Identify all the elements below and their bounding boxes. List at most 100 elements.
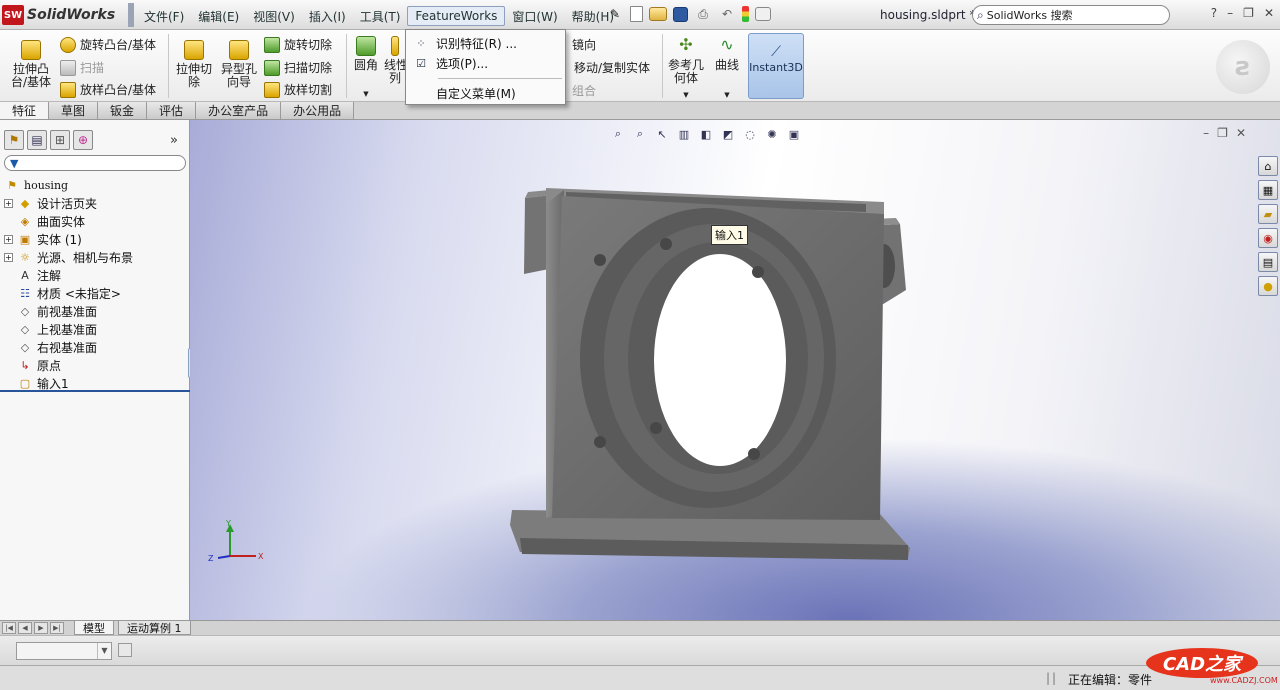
restore-icon[interactable]: ❐ bbox=[1243, 6, 1254, 20]
tree-node[interactable]: ↳ 原点 bbox=[4, 356, 188, 374]
loft-boss-button[interactable]: 放样凸台/基体 bbox=[60, 81, 156, 98]
first-tab-icon[interactable]: |◀ bbox=[2, 622, 16, 634]
tab-model[interactable]: 模型 bbox=[74, 621, 114, 635]
open-folder-icon[interactable] bbox=[649, 7, 667, 21]
combine-button[interactable]: 组合 bbox=[572, 82, 596, 99]
section-view-icon[interactable]: ▥ bbox=[676, 126, 692, 142]
home-icon[interactable]: ⌂ bbox=[1258, 156, 1278, 176]
menu-edit[interactable]: 编辑(E) bbox=[191, 6, 246, 26]
tree-node[interactable]: ◇ 上视基准面 bbox=[4, 320, 188, 338]
tree-node[interactable]: ◈ 曲面实体 bbox=[4, 212, 188, 230]
options-menu-item[interactable]: ☑ 选项(P)... bbox=[406, 53, 565, 73]
fillet-dropdown-icon[interactable]: ▼ bbox=[350, 88, 382, 101]
close-icon[interactable]: ✕ bbox=[1264, 6, 1274, 20]
tab-office-products[interactable]: 办公室产品 bbox=[196, 102, 282, 119]
curves-button[interactable]: ∿ 曲线 ▼ bbox=[710, 36, 744, 102]
last-tab-icon[interactable]: ▶| bbox=[50, 622, 64, 634]
sweep-cut-button[interactable]: 扫描切除 bbox=[264, 59, 332, 76]
tree-root[interactable]: ⚑ housing bbox=[4, 176, 188, 194]
tab-features[interactable]: 特征 bbox=[0, 102, 50, 119]
options-icon[interactable] bbox=[755, 7, 771, 21]
tree-node[interactable]: ☷ 材质 <未指定> bbox=[4, 284, 188, 302]
undo-icon[interactable]: ↶ bbox=[718, 5, 736, 23]
graphics-area[interactable]: ⌕ ⌕ ↖ ▥ ◧ ◩ ◌ ✺ ▣ – ❐ ✕ ⌂ ▦ ▰ ◉ ▤ ● 输入1 … bbox=[190, 120, 1280, 620]
loft-cut-button[interactable]: 放样切割 bbox=[264, 81, 332, 98]
mirror-button[interactable]: 镜向 bbox=[572, 36, 596, 53]
menu-file[interactable]: 文件(F) bbox=[137, 6, 191, 26]
tree-node[interactable]: A 注解 bbox=[4, 266, 188, 284]
previous-view-icon[interactable]: ↖ bbox=[654, 126, 670, 142]
design-library-icon[interactable]: ▦ bbox=[1258, 180, 1278, 200]
revolve-boss-button[interactable]: 旋转凸台/基体 bbox=[60, 36, 156, 53]
menu-featureworks[interactable]: FeatureWorks bbox=[407, 6, 506, 26]
tab-office-supplies[interactable]: 办公用品 bbox=[281, 102, 355, 119]
previous-tab-icon[interactable]: ◀ bbox=[18, 622, 32, 634]
reference-geometry-button[interactable]: ✣ 参考几 何体 ▼ bbox=[666, 36, 706, 102]
tree-node[interactable]: + ◆ 设计活页夹 bbox=[4, 194, 188, 212]
instant3d-button[interactable]: ⟋ Instant3D bbox=[748, 33, 804, 99]
appearances-icon[interactable]: ● bbox=[1258, 276, 1278, 296]
tab-evaluate[interactable]: 评估 bbox=[147, 102, 197, 119]
app-logo[interactable]: SW SolidWorks bbox=[2, 4, 115, 26]
property-manager-tab-icon[interactable]: ▤ bbox=[27, 130, 47, 150]
zoom-to-fit-icon[interactable]: ⌕ bbox=[610, 126, 626, 142]
extrude-boss-button[interactable]: 拉伸凸 台/基体 bbox=[8, 40, 54, 89]
combo-action-button[interactable] bbox=[118, 643, 132, 657]
tree-node[interactable]: + ▣ 实体 (1) bbox=[4, 230, 188, 248]
feature-tree-tab-icon[interactable]: ⚑ bbox=[4, 130, 24, 150]
display-style-icon[interactable]: ◩ bbox=[720, 126, 736, 142]
next-tab-icon[interactable]: ▶ bbox=[34, 622, 48, 634]
tree-node[interactable]: ◇ 右视基准面 bbox=[4, 338, 188, 356]
reference-geometry-dropdown-icon[interactable]: ▼ bbox=[666, 89, 706, 102]
new-file-icon[interactable] bbox=[630, 6, 643, 22]
tree-node[interactable]: + ☼ 光源、相机与布景 bbox=[4, 248, 188, 266]
print-icon[interactable]: ⎙ bbox=[694, 5, 712, 23]
tab-sketch[interactable]: 草图 bbox=[49, 102, 99, 119]
menu-insert[interactable]: 插入(I) bbox=[302, 6, 353, 26]
help-icon[interactable]: ? bbox=[1211, 6, 1217, 20]
chevron-right-icon[interactable]: » bbox=[170, 133, 178, 148]
minimize-icon[interactable]: – bbox=[1227, 6, 1233, 20]
tab-sheet-metal[interactable]: 钣金 bbox=[98, 102, 148, 119]
file-explorer-icon[interactable]: ▰ bbox=[1258, 204, 1278, 224]
curves-dropdown-icon[interactable]: ▼ bbox=[710, 89, 744, 102]
expand-icon[interactable]: + bbox=[4, 252, 13, 262]
linear-pattern-button[interactable]: 线性 列 bbox=[384, 36, 406, 85]
pin-icon[interactable]: ✎ bbox=[606, 5, 624, 23]
part-model[interactable] bbox=[190, 120, 1280, 620]
sweep-button[interactable]: 扫描 bbox=[60, 59, 104, 76]
fillet-button[interactable]: 圆角 ▼ bbox=[350, 36, 382, 101]
hide-show-icon[interactable]: ◌ bbox=[742, 126, 758, 142]
zoom-area-icon[interactable]: ⌕ bbox=[632, 126, 648, 142]
hole-wizard-button[interactable]: 异型孔 向导 bbox=[218, 40, 260, 89]
configuration-combo[interactable]: ▼ bbox=[16, 642, 112, 660]
view-palette-icon[interactable]: ▤ bbox=[1258, 252, 1278, 272]
close-icon[interactable]: ✕ bbox=[1236, 126, 1246, 140]
dimxpert-tab-icon[interactable]: ⊕ bbox=[73, 130, 93, 150]
expand-icon[interactable]: + bbox=[4, 198, 13, 208]
view-orientation-icon[interactable]: ◧ bbox=[698, 126, 714, 142]
revolve-cut-button[interactable]: 旋转切除 bbox=[264, 36, 332, 53]
apply-scene-icon[interactable]: ▣ bbox=[786, 126, 802, 142]
edit-appearance-icon[interactable]: ✺ bbox=[764, 126, 780, 142]
move-copy-button[interactable]: 移动/复制实体 bbox=[574, 59, 650, 76]
search-box[interactable]: ⌕ SolidWorks 搜索 bbox=[972, 5, 1170, 25]
configuration-manager-tab-icon[interactable]: ⊞ bbox=[50, 130, 70, 150]
restore-icon[interactable]: ❐ bbox=[1217, 126, 1228, 140]
chevron-down-icon[interactable]: ▼ bbox=[97, 643, 111, 659]
menu-window[interactable]: 窗口(W) bbox=[505, 6, 564, 26]
feature-filter-input[interactable]: ▼ bbox=[4, 155, 186, 171]
expand-icon[interactable]: + bbox=[4, 234, 13, 244]
traffic-light-icon[interactable] bbox=[742, 6, 749, 22]
customize-menu-item[interactable]: 自定义菜单(M) bbox=[406, 83, 565, 103]
menu-view[interactable]: 视图(V) bbox=[246, 6, 302, 26]
recognize-features-menu-item[interactable]: ⁘ 识别特征(R) ... bbox=[406, 33, 565, 53]
menu-tools[interactable]: 工具(T) bbox=[353, 6, 408, 26]
minimize-icon[interactable]: – bbox=[1203, 126, 1209, 140]
save-icon[interactable] bbox=[673, 6, 688, 22]
tab-motion-study[interactable]: 运动算例 1 bbox=[118, 621, 191, 635]
rollback-bar[interactable] bbox=[0, 390, 190, 392]
tree-node[interactable]: ◇ 前视基准面 bbox=[4, 302, 188, 320]
search-results-icon[interactable]: ◉ bbox=[1258, 228, 1278, 248]
extrude-cut-button[interactable]: 拉伸切 除 bbox=[174, 40, 214, 89]
